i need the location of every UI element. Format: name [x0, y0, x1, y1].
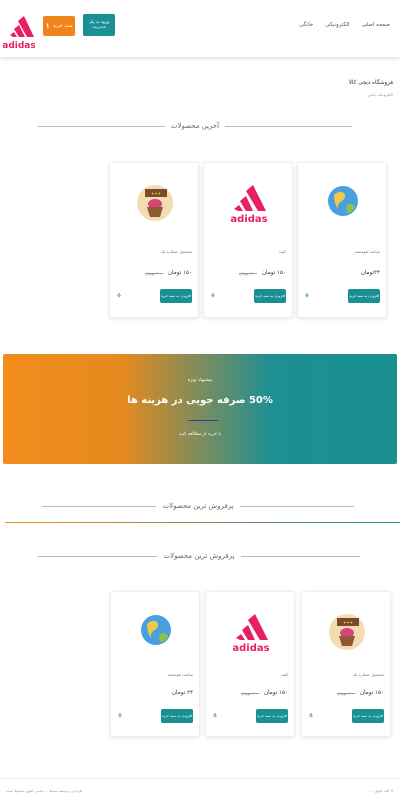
adidas-logo[interactable]: adidas	[2, 3, 36, 53]
product-price: ۱۵۰ تومان	[359, 690, 384, 696]
site-footer: © کلیه حقوق ... طراحی و توسعه توسط ... ت…	[0, 778, 400, 800]
add-to-cart-button[interactable]: افزودن به سبد خرید	[161, 709, 193, 723]
svg-text:adidas: adidas	[230, 214, 267, 225]
product-price: ۳۴تومان	[360, 270, 380, 276]
product-name: محصول شماره یک	[352, 672, 384, 677]
section-heading-best: پرفروش ترین محصولات	[0, 502, 400, 510]
product-card[interactable]: ✦✦✦ محصول شماره یک ۱۵۰ تومان ۲۰۰ تومان ا…	[109, 162, 199, 318]
section-title: آخرین محصولات	[170, 122, 220, 130]
bookmark-icon[interactable]: ⚘	[117, 712, 123, 720]
svg-text:adidas: adidas	[3, 41, 35, 51]
product-old-price: ۲۰۰ تومان	[336, 690, 355, 696]
add-to-cart-button[interactable]: افزودن به سبد خرید	[348, 289, 380, 303]
product-image-adidas[interactable]: adidas	[228, 606, 274, 654]
product-card[interactable]: ساعت هوشمند ۳۴ تومان افزودن به سبد خرید …	[110, 591, 200, 737]
svg-text:adidas: adidas	[232, 643, 269, 654]
product-prices: ۱۵۰ تومان ۲۰۰ تومان	[145, 270, 192, 276]
banner-cta-link[interactable]: با خرید از مطالعه کنید	[3, 432, 397, 437]
product-prices: ۱۵۰ تومان ۲۰۰ تومان	[337, 690, 384, 696]
product-prices: ۱۵۰ تومان ۲۰۰ تومان	[239, 270, 286, 276]
product-image-cake[interactable]: ✦✦✦	[132, 177, 178, 225]
product-old-price: ۲۰۰ تومان	[240, 690, 259, 696]
product-name: کیف	[280, 672, 288, 677]
product-name: ساعت هوشمند	[354, 249, 380, 254]
product-price: ۱۵۰ تومان	[263, 690, 288, 696]
footer-copyright: © کلیه حقوق ...	[370, 789, 394, 793]
product-old-price: ۲۰۰ تومان	[238, 270, 257, 276]
nav-item-electronics[interactable]: الکترونیکی	[325, 22, 349, 28]
footer-credits: طراحی و توسعه توسط ... تمامی حقوق محفوظ …	[6, 789, 83, 793]
product-card[interactable]: adidas کیف ۱۵۰ تومان ۲۰۰ تومان افزودن به…	[203, 162, 293, 318]
section-heading-latest: آخرین محصولات	[0, 122, 400, 130]
bookmark-icon[interactable]: ⚘	[116, 292, 122, 300]
product-image-adidas[interactable]: adidas	[226, 177, 272, 225]
svg-text:✦✦✦: ✦✦✦	[343, 620, 354, 625]
product-card[interactable]: ✦✦✦ محصول شماره یک ۱۵۰ تومان ۲۰۰ تومان ا…	[301, 591, 391, 737]
product-image-globe[interactable]	[133, 606, 179, 654]
product-card[interactable]: adidas کیف ۱۵۰ تومان ۲۰۰ تومان افزودن به…	[205, 591, 295, 737]
product-image-cake[interactable]: ✦✦✦	[324, 606, 370, 654]
bookmark-icon[interactable]: ⚘	[212, 712, 218, 720]
store-title: فروشگاه دیجی کالا	[348, 80, 393, 86]
store-subtitle: الکترونیک، لباس	[367, 92, 393, 97]
product-prices: ۳۴ تومان	[172, 690, 193, 696]
add-to-cart-button[interactable]: افزودن به سبد خرید	[160, 289, 192, 303]
add-to-cart-button[interactable]: افزودن به سبد خرید	[256, 709, 288, 723]
promo-banner: پیشنهاد ویژه 50% صرفه جویی در هزینه ها ب…	[3, 354, 397, 464]
product-price: ۱۵۰ تومان	[167, 270, 192, 276]
cart-count: ۱	[45, 22, 50, 30]
site-header: adidas سبد خرید ۱ ورود به پنل مدیریت صفح…	[0, 0, 400, 57]
product-name: محصول شماره یک	[160, 249, 192, 254]
product-old-price: ۲۰۰ تومان	[144, 270, 163, 276]
bookmark-icon[interactable]: ⚘	[304, 292, 310, 300]
product-prices: ۳۴تومان	[361, 270, 380, 276]
nav-item-home-appliances[interactable]: خانگی	[299, 22, 313, 28]
add-to-cart-button[interactable]: افزودن به سبد خرید	[352, 709, 384, 723]
section-heading-best-2: پرفروش ترین محصولات	[0, 552, 400, 560]
nav-item-home[interactable]: صفحه اصلی	[362, 22, 390, 28]
product-price: ۱۵۰ تومان	[261, 270, 286, 276]
product-card[interactable]: ساعت هوشمند ۳۴تومان افزودن به سبد خرید ⚘	[297, 162, 387, 318]
bookmark-icon[interactable]: ⚘	[308, 712, 314, 720]
section-title: پرفروش ترین محصولات	[162, 502, 234, 510]
cart-label: سبد خرید	[52, 23, 73, 29]
product-prices: ۱۵۰ تومان ۲۰۰ تومان	[241, 690, 288, 696]
divider	[5, 522, 400, 523]
banner-subtitle: پیشنهاد ویژه	[187, 378, 213, 383]
banner-underline	[188, 420, 218, 421]
svg-text:✦✦✦: ✦✦✦	[151, 191, 162, 196]
banner-title: 50% صرفه جویی در هزینه ها	[127, 395, 273, 406]
bookmark-icon[interactable]: ⚘	[210, 292, 216, 300]
product-image-globe[interactable]	[320, 177, 366, 225]
cart-button[interactable]: سبد خرید ۱	[43, 16, 75, 36]
main-nav: صفحه اصلی الکترونیکی خانگی	[299, 22, 390, 28]
product-name: ساعت هوشمند	[167, 672, 193, 677]
add-to-cart-button[interactable]: افزودن به سبد خرید	[254, 289, 286, 303]
admin-panel-button[interactable]: ورود به پنل مدیریت	[83, 14, 115, 36]
product-name: کیف	[278, 249, 286, 254]
section-title: پرفروش ترین محصولات	[163, 552, 235, 560]
product-price: ۳۴ تومان	[171, 690, 193, 696]
